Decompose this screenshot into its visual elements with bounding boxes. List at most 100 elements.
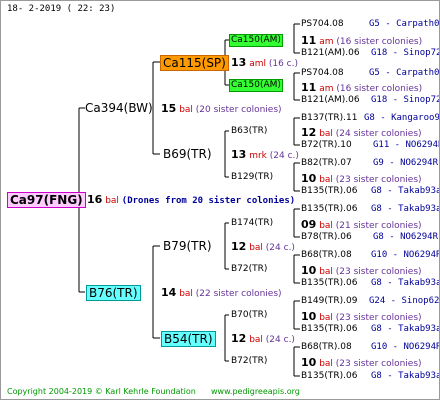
gen2-count-1: 13 <box>231 56 247 69</box>
sire-count: 15 <box>161 102 177 115</box>
gen3-info-2: 11 am (16 sister colonies) <box>301 81 422 94</box>
gen2-note-1: (16 c.) <box>268 59 299 69</box>
gen4-row-12[interactable]: B135(TR).06 <box>301 278 357 288</box>
gen2-queen-1[interactable]: Ca115(SP) <box>160 55 229 71</box>
gen3-queen-4[interactable]: B129(TR) <box>231 172 273 183</box>
gen4-name: B72(TR).10 <box>301 140 352 150</box>
gen4-origin-5: G8 - Kangaroo98R <box>364 113 440 123</box>
gen4-name: B135(TR).06 <box>301 186 358 196</box>
gen2-unit-4: bal <box>249 335 263 345</box>
gen3-queen-3[interactable]: B63(TR) <box>231 126 267 137</box>
gen2-note-3: (24 c.) <box>265 243 295 253</box>
gen4-row-2[interactable]: B121(AM).06 <box>301 48 360 58</box>
site-link[interactable]: www.pedigreeapis.org <box>211 387 300 396</box>
gen4-name: B135(TR).06 <box>301 371 358 381</box>
gen4-row-14[interactable]: B135(TR).06 <box>301 324 357 334</box>
gen3-info-6: 10 bal (23 sister colonies) <box>301 264 422 277</box>
gen3-count-1: 11 <box>301 34 317 47</box>
gen4-origin-6: G11 - NO6294R <box>373 140 440 150</box>
gen4-name: B68(TR).08 <box>301 250 352 260</box>
gen4-origin-3: G5 - Carpath00R <box>369 68 440 78</box>
dam-drones-info: 14 bal (22 sister colonies) <box>161 286 282 299</box>
gen2-unit-1: aml <box>249 59 266 69</box>
gen3-count-5: 09 <box>301 218 317 231</box>
pedigree-frame: 18- 2-2019 ( 22: 23) Ca97(FNG) 16 bal (D… <box>0 0 440 400</box>
gen3-note-2: (16 sister colonies) <box>336 84 423 94</box>
gen3-count-3: 12 <box>301 126 317 139</box>
copyright-text: Copyright 2004-2019 © Karl Kehrle Founda… <box>7 387 196 396</box>
gen2-info-3: 12 bal (24 c.) <box>231 240 295 253</box>
gen4-name: PS704.08 <box>301 19 344 29</box>
gen4-name: B121(AM).06 <box>301 95 360 105</box>
gen3-note-8: (23 sister colonies) <box>335 359 422 369</box>
sire-queen[interactable]: Ca394(BW) <box>85 101 153 115</box>
root-drones-info: 16 bal (Drones from 20 sister colonies) <box>87 193 295 206</box>
gen4-origin-2: G18 - Sinop72R <box>371 48 440 58</box>
gen3-info-8: 10 bal (23 sister colonies) <box>301 356 422 369</box>
gen4-row-4[interactable]: B121(AM).06 <box>301 95 360 105</box>
gen3-note-5: (21 sister colonies) <box>335 221 422 231</box>
gen3-queen-7[interactable]: B70(TR) <box>231 310 267 321</box>
root-note: (Drones from 20 sister colonies) <box>121 196 296 206</box>
gen2-note-4: (24 c.) <box>265 335 295 345</box>
gen3-unit-1: am <box>319 37 334 47</box>
gen3-note-6: (23 sister colonies) <box>335 267 422 277</box>
gen3-queen-2[interactable]: Ca150(AM) <box>229 79 283 92</box>
gen4-row-1[interactable]: PS704.08 <box>301 19 344 29</box>
gen2-info-2: 13 mrk (24 c.) <box>231 148 299 161</box>
gen4-origin-12: G8 - Takab93aR <box>371 278 440 288</box>
gen2-queen-2[interactable]: B69(TR) <box>163 147 212 161</box>
gen3-unit-5: bal <box>319 221 333 231</box>
gen2-unit-3: bal <box>249 243 263 253</box>
gen4-origin-8: G8 - Takab93aR <box>371 186 440 196</box>
gen2-count-3: 12 <box>231 240 247 253</box>
gen3-count-8: 10 <box>301 356 317 369</box>
gen4-origin-16: G8 - Takab93aR <box>371 371 440 381</box>
gen4-origin-15: G10 - NO6294R <box>371 342 440 352</box>
gen3-note-4: (23 sister colonies) <box>335 175 422 185</box>
gen3-info-4: 10 bal (23 sister colonies) <box>301 172 422 185</box>
gen4-row-7[interactable]: B82(TR).07 <box>301 158 352 168</box>
gen4-origin-13: G24 - Sinop62R <box>369 296 440 306</box>
gen4-origin-7: G9 - NO6294R <box>373 158 439 168</box>
gen4-row-8[interactable]: B135(TR).06 <box>301 186 357 196</box>
gen4-row-16[interactable]: B135(TR).06 <box>301 371 357 381</box>
gen4-row-10[interactable]: B78(TR).06 <box>301 232 352 242</box>
root-count: 16 <box>87 193 103 206</box>
gen3-queen-1[interactable]: Ca150(AM) <box>229 34 283 47</box>
gen3-unit-7: bal <box>319 313 333 323</box>
gen2-note-2: (24 c.) <box>269 151 299 161</box>
gen4-origin-10: G8 - NO6294R <box>373 232 439 242</box>
dam-count: 14 <box>161 286 177 299</box>
gen2-queen-4[interactable]: B54(TR) <box>161 331 216 347</box>
gen4-row-9[interactable]: B135(TR).06 <box>301 204 357 214</box>
gen3-queen-8[interactable]: B72(TR) <box>231 356 267 367</box>
sire-note: (20 sister colonies) <box>195 105 282 115</box>
gen4-origin-14: G8 - Takab93aR <box>371 324 440 334</box>
gen4-name: B78(TR).06 <box>301 232 352 242</box>
gen4-row-15[interactable]: B68(TR).08 <box>301 342 352 352</box>
gen4-name: B121(AM).06 <box>301 48 360 58</box>
gen4-row-5[interactable]: B137(TR).11 <box>301 113 357 123</box>
gen3-queen-6[interactable]: B72(TR) <box>231 264 267 275</box>
gen4-row-3[interactable]: PS704.08 <box>301 68 344 78</box>
gen3-note-3: (24 sister colonies) <box>335 129 422 139</box>
sire-unit: bal <box>179 105 193 115</box>
gen4-row-6[interactable]: B72(TR).10 <box>301 140 352 150</box>
gen3-queen-5[interactable]: B174(TR) <box>231 218 273 229</box>
gen3-info-5: 09 bal (21 sister colonies) <box>301 218 422 231</box>
dam-queen[interactable]: B76(TR) <box>86 285 141 301</box>
gen4-origin-11: G10 - NO6294R <box>371 250 440 260</box>
gen3-unit-2: am <box>319 84 334 94</box>
root-queen[interactable]: Ca97(FNG) <box>7 192 86 208</box>
gen4-origin-1: G5 - Carpath00R <box>369 19 440 29</box>
gen4-row-13[interactable]: B149(TR).09 <box>301 296 357 306</box>
gen2-info-4: 12 bal (24 c.) <box>231 332 295 345</box>
gen3-count-6: 10 <box>301 264 317 277</box>
sire-drones-info: 15 bal (20 sister colonies) <box>161 102 282 115</box>
gen2-queen-3[interactable]: B79(TR) <box>163 239 212 253</box>
gen4-name: B135(TR).06 <box>301 204 358 214</box>
gen3-note-7: (23 sister colonies) <box>335 313 422 323</box>
gen4-row-11[interactable]: B68(TR).08 <box>301 250 352 260</box>
gen4-name: B137(TR).11 <box>301 113 358 123</box>
